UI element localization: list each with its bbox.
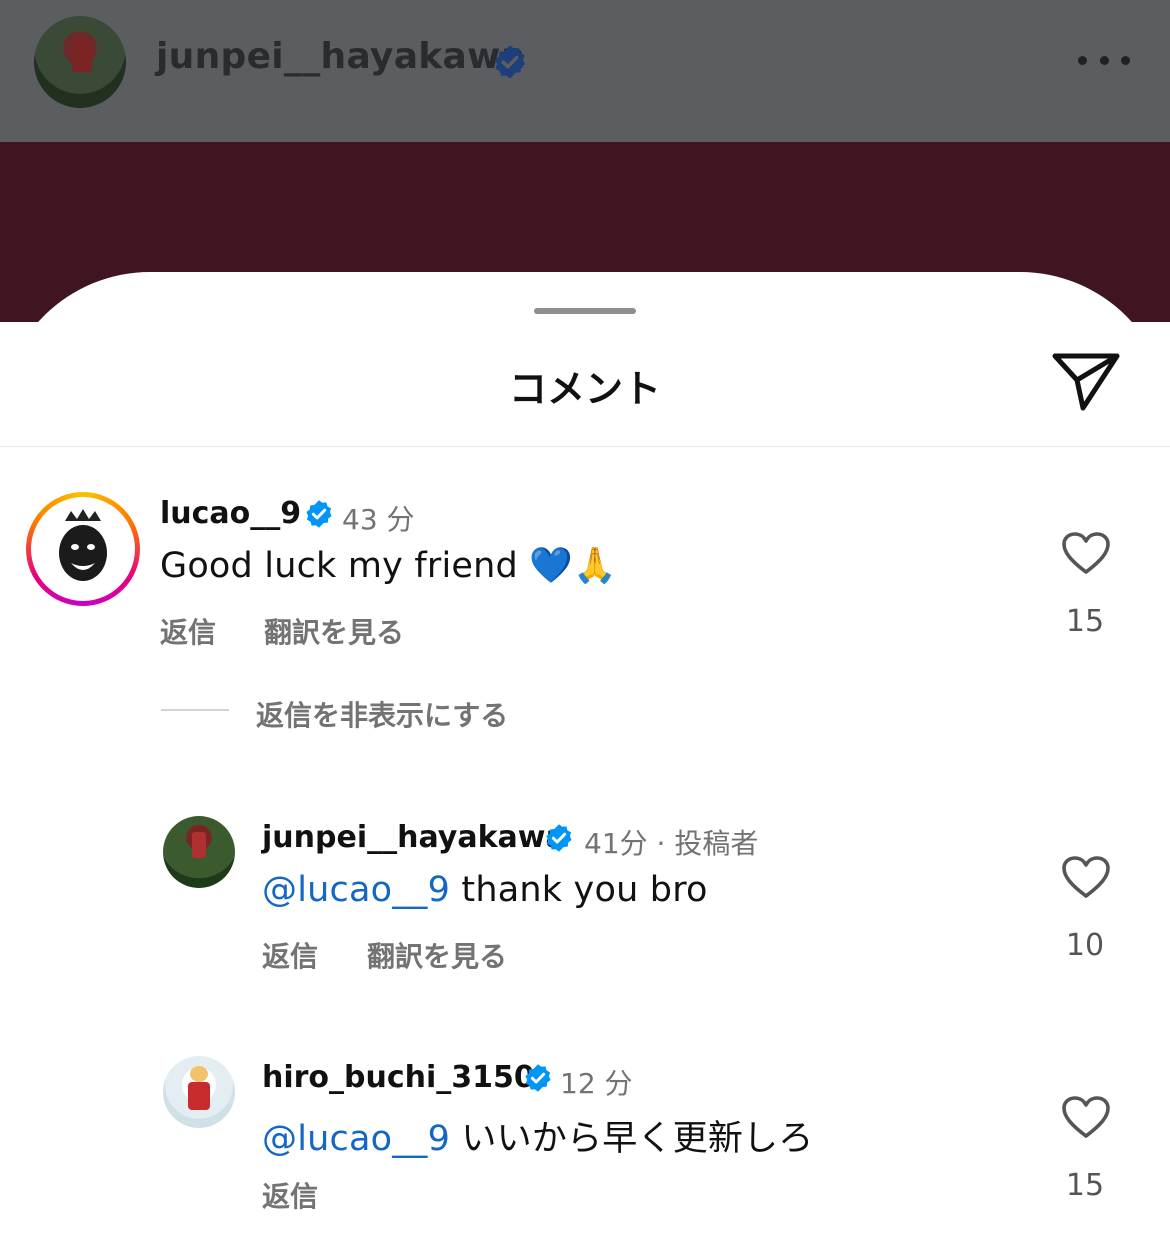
heart-icon[interactable] — [1060, 1094, 1112, 1140]
mention-link[interactable]: @lucao__9 — [262, 870, 450, 910]
reply-username[interactable]: hiro_buchi_3150 — [262, 1060, 535, 1095]
reply-text: @lucao__9 thank you bro — [262, 870, 708, 910]
more-options-button[interactable] — [1078, 42, 1130, 78]
verified-badge-icon — [525, 1064, 551, 1092]
reply-timestamp: 12 分 — [560, 1067, 633, 1100]
sheet-title: コメント — [508, 367, 661, 411]
reply-username[interactable]: junpei__hayakawa — [262, 820, 566, 855]
avatar[interactable] — [26, 492, 140, 606]
reply-timestamp: 41分 · 投稿者 — [584, 827, 759, 860]
mention-link[interactable]: @lucao__9 — [262, 1119, 450, 1159]
reply-button[interactable]: 返信 — [262, 1175, 318, 1215]
verified-badge-icon — [494, 45, 526, 79]
paper-plane-icon[interactable] — [1050, 350, 1122, 414]
sheet-drag-handle[interactable] — [534, 308, 636, 314]
verified-badge-icon — [306, 500, 332, 528]
post-author-username[interactable]: junpei__hayakawa — [156, 36, 525, 77]
comment-text: Good luck my friend 💙🙏 — [160, 546, 617, 586]
hide-replies-button[interactable]: 返信を非表示にする — [256, 694, 508, 734]
like-count: 15 — [1065, 604, 1105, 639]
avatar[interactable] — [163, 1056, 235, 1128]
divider — [161, 709, 229, 711]
gorilla-logo-icon — [59, 509, 107, 581]
avatar[interactable] — [34, 16, 126, 108]
like-count: 15 — [1065, 1168, 1105, 1203]
verified-badge-icon — [546, 824, 572, 852]
like-count: 10 — [1065, 928, 1105, 963]
translate-button[interactable]: 翻訳を見る — [367, 935, 507, 975]
reply-button[interactable]: 返信 — [262, 935, 318, 975]
comment-timestamp: 43 分 — [342, 503, 415, 536]
translate-button[interactable]: 翻訳を見る — [264, 611, 404, 651]
reply-button[interactable]: 返信 — [160, 611, 216, 651]
comment-username[interactable]: lucao__9 — [160, 496, 301, 531]
heart-icon[interactable] — [1060, 854, 1112, 900]
heart-icon[interactable] — [1060, 530, 1112, 576]
reply-text: @lucao__9 いいから早く更新しろ — [262, 1119, 814, 1159]
post-header: junpei__hayakawa — [0, 0, 1170, 142]
avatar[interactable] — [163, 816, 235, 888]
divider — [0, 446, 1170, 447]
